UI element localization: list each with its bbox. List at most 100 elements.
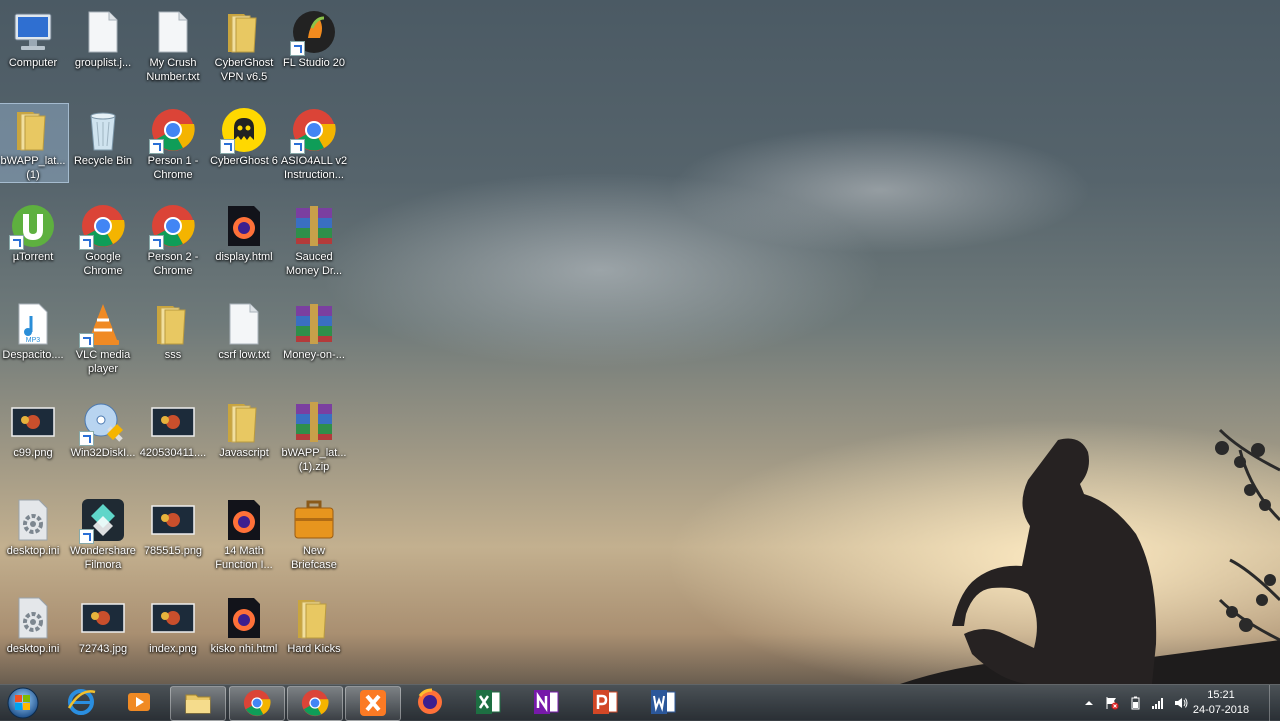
taskbar-word-button[interactable] [636,686,690,719]
text-file-icon [79,8,127,56]
desktop-icon-cyberghost-6[interactable]: CyberGhost 6 [209,104,279,168]
desktop-icon-computer[interactable]: Computer [0,6,68,70]
desktop-icon-despacito[interactable]: MP3 Despacito.... [0,298,68,362]
xampp-icon [357,687,389,719]
shortcut-arrow-icon [79,235,94,250]
show-desktop-button[interactable] [1269,685,1280,721]
taskbar-file-explorer-button[interactable] [170,686,226,721]
onenote-icon [530,686,562,718]
desktop-icon-label: Computer [8,57,58,69]
windows-start-icon [7,687,39,719]
taskbar: 15:21 24-07-2018 [0,684,1280,721]
excel-icon [472,686,504,718]
desktop-icon-person-2-chrome[interactable]: Person 2 - Chrome [138,200,208,278]
desktop-icon-label: New Briefcase [291,545,337,571]
mp3-icon: MP3 [9,300,57,348]
shortcut-arrow-icon [290,41,305,56]
desktop-icon-display-html[interactable]: display.html [209,200,279,264]
desktop-icon-desktop-ini[interactable]: desktop.ini [0,592,68,656]
filmora-icon [79,496,127,544]
shortcut-arrow-icon [149,139,164,154]
desktop-icon-javascript[interactable]: Javascript [209,396,279,460]
desktop-icon-label: 785515.png [143,545,203,557]
fl-studio-icon [290,8,338,56]
desktop-icon-sauced-money-dr[interactable]: Sauced Money Dr... [279,200,349,278]
taskbar-powerpoint-button[interactable] [578,686,632,719]
shortcut-arrow-icon [220,139,235,154]
taskbar-chrome-button[interactable] [229,686,285,721]
desktop-icon-grouplist-j[interactable]: grouplist.j... [68,6,138,70]
desktop-icon-label: Person 2 - Chrome [147,251,199,277]
shortcut-arrow-icon [9,235,24,250]
taskbar-chrome-button[interactable] [287,686,343,721]
desktop-icon-label: Win32DiskI... [70,447,136,459]
taskbar-media-player-button[interactable] [112,686,166,719]
shortcut-arrow-icon [79,333,94,348]
shortcut-arrow-icon [79,431,94,446]
desktop-icon-fl-studio-20[interactable]: FL Studio 20 [279,6,349,70]
desktop-icon-sss[interactable]: sss [138,298,208,362]
folder-icon [220,8,268,56]
chrome-icon [299,687,331,719]
chevron-up-icon[interactable] [1082,696,1096,710]
shortcut-arrow-icon [149,235,164,250]
desktop-icon-vlc-media-player[interactable]: VLC media player [68,298,138,376]
desktop-icon-label: Money-on-... [283,349,345,361]
winrar-icon [290,398,338,446]
desktop-icon-label: 420530411.... [139,447,207,459]
desktop-icon-torrent[interactable]: µTorrent [0,200,68,264]
desktop-icon-label: kisko nhi.html [210,643,278,655]
word-icon [647,686,679,718]
desktop-icon-person-1-chrome[interactable]: Person 1 - Chrome [138,104,208,182]
taskbar-firefox-button[interactable] [403,686,457,719]
text-file-icon [149,8,197,56]
image-icon [149,496,197,544]
desktop-icon-win32diski[interactable]: Win32DiskI... [68,396,138,460]
desktop-icon-label: 14 Math Function I... [215,545,273,571]
desktop-icon-785515-png[interactable]: 785515.png [138,494,208,558]
taskbar-excel-button[interactable] [461,686,515,719]
desktop-icon-my-crush-number-txt[interactable]: My Crush Number.txt [138,6,208,84]
recycle-bin-icon [79,106,127,154]
windows-start-button[interactable] [2,685,44,721]
network-signal-icon[interactable] [1151,696,1165,710]
chrome-icon [79,202,127,250]
desktop-icon-label: Person 1 - Chrome [147,155,199,181]
folder-icon [220,398,268,446]
desktop-icon-money-on[interactable]: Money-on-... [279,298,349,362]
desktop-icon-asio4all-v2-instruction[interactable]: ASIO4ALL v2 Instruction... [279,104,349,182]
desktop-icon-14-math-function-i[interactable]: 14 Math Function I... [209,494,279,572]
battery-icon[interactable] [1128,696,1142,710]
desktop-icon-cyberghost-vpn-v6-5[interactable]: CyberGhost VPN v6.5 [209,6,279,84]
desktop-icon-c99-png[interactable]: c99.png [0,396,68,460]
desktop-icon-wondershare-filmora[interactable]: Wondershare Filmora [68,494,138,572]
desktop-icon-google-chrome[interactable]: Google Chrome [68,200,138,278]
desktop-icon-desktop-ini[interactable]: desktop.ini [0,494,68,558]
desktop-icon-index-png[interactable]: index.png [138,592,208,656]
chrome-icon [149,106,197,154]
desktop-icon-hard-kicks[interactable]: Hard Kicks [279,592,349,656]
winrar-icon [290,300,338,348]
taskbar-internet-explorer-button[interactable] [54,686,108,719]
desktop-icon-recycle-bin[interactable]: Recycle Bin [68,104,138,168]
desktop-icon-bwapp-lat-1-zip[interactable]: bWAPP_lat... (1).zip [279,396,349,474]
clock[interactable]: 15:21 24-07-2018 [1186,688,1256,718]
taskbar-xampp-button[interactable] [345,686,401,721]
firefox-html-icon [220,496,268,544]
taskbar-onenote-button[interactable] [519,686,573,719]
desktop-icon-label: CyberGhost VPN v6.5 [214,57,274,83]
desktop-icon-420530411[interactable]: 420530411.... [138,396,208,460]
folder-icon [290,594,338,642]
desktop-icon-new-briefcase[interactable]: New Briefcase [279,494,349,572]
cyberghost-icon [220,106,268,154]
clock-time: 15:21 [1207,689,1235,701]
shortcut-arrow-icon [79,529,94,544]
folder-icon [9,106,57,154]
firefox-html-icon [220,202,268,250]
action-center-flag-icon[interactable] [1105,696,1119,710]
desktop-icon-bwapp-lat-1[interactable]: bWAPP_lat... (1) [0,103,69,183]
image-icon [149,594,197,642]
desktop-icon-csrf-low-txt[interactable]: csrf low.txt [209,298,279,362]
desktop-icon-72743-jpg[interactable]: 72743.jpg [68,592,138,656]
desktop-icon-kisko-nhi-html[interactable]: kisko nhi.html [209,592,279,656]
